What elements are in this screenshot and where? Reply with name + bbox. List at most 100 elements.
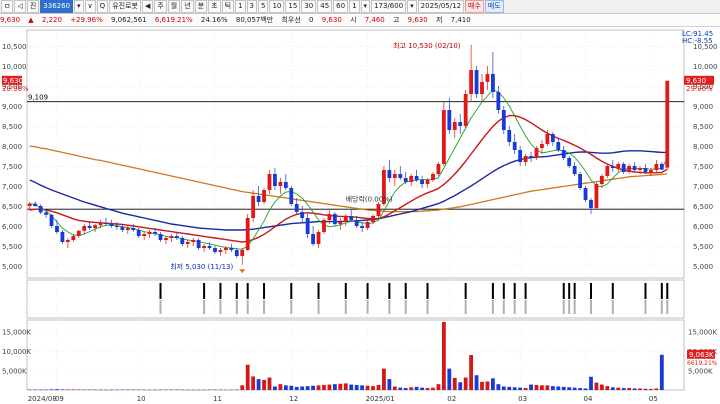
- volume-bar: [311, 385, 315, 390]
- label-layer: 10,500 10,50010,000 10,0009,500 9,5009,000 9…: [2, 30, 718, 403]
- volume-tick-label-right: 5,000K: [688, 368, 713, 376]
- price-tick-label-right: 9,000: [693, 103, 713, 111]
- volume-bar: [589, 376, 593, 390]
- candle-body: [332, 214, 337, 224]
- volume-bar: [49, 389, 54, 390]
- x-axis-label: 12: [289, 395, 298, 403]
- volume-bar: [343, 383, 348, 390]
- volume-bar: [452, 377, 457, 390]
- candle-body: [572, 166, 577, 174]
- dividend-annotation: 배당락(0.00%): [346, 195, 393, 204]
- volume-bar: [245, 364, 250, 390]
- candle-body: [191, 240, 196, 242]
- volume-bar: [289, 385, 294, 390]
- volume-bar: [27, 389, 32, 391]
- signal-bar: [513, 283, 516, 299]
- candle-body: [251, 196, 256, 218]
- candle-body: [556, 142, 561, 150]
- volume-bar: [447, 368, 452, 390]
- volume-bar: [44, 389, 48, 391]
- price-tick-label-right: 10,000: [693, 63, 718, 71]
- candle-body: [322, 220, 326, 232]
- moving-average-layer: [29, 89, 668, 250]
- candle-body: [561, 150, 566, 158]
- candle-body: [202, 246, 207, 248]
- candle-body: [605, 166, 610, 176]
- volume-bar: [71, 389, 76, 390]
- price-tick-label: 8,500: [2, 123, 22, 131]
- signal-bar-secondary: [666, 300, 669, 314]
- price-tick-label-right: 7,500: [693, 163, 713, 171]
- signal-bar: [159, 283, 162, 299]
- candle-body: [273, 174, 277, 186]
- candle-body: [665, 80, 670, 168]
- price-tick-label-right: 8,500: [693, 123, 713, 131]
- candle-body: [93, 225, 98, 228]
- volume-bar: [273, 386, 277, 390]
- candle-body: [545, 134, 550, 144]
- candle-body: [174, 236, 179, 238]
- volume-bar: [278, 384, 283, 390]
- signal-bar: [644, 283, 647, 299]
- candle-body: [44, 212, 48, 215]
- volume-bar: [104, 389, 108, 391]
- candle-body: [262, 190, 266, 202]
- signal-bar: [263, 283, 266, 299]
- signal-bar: [589, 283, 592, 299]
- candle-body: [414, 176, 419, 180]
- volume-bar: [180, 389, 185, 391]
- signal-bar: [317, 283, 320, 299]
- candle-body: [643, 168, 648, 172]
- volume-bar: [583, 388, 588, 390]
- volume-bar: [55, 389, 59, 390]
- candle-body: [125, 228, 130, 230]
- candle-body: [316, 232, 321, 244]
- candle-body: [425, 180, 430, 184]
- volume-bar: [392, 386, 397, 390]
- candle-body: [659, 164, 664, 170]
- candle-body: [300, 212, 305, 218]
- volume-bar: [207, 389, 212, 391]
- candle-body: [153, 232, 157, 234]
- candle-body: [387, 170, 392, 178]
- candle-body: [147, 232, 152, 234]
- price-tick-label: 6,500: [2, 203, 22, 211]
- candle-body: [616, 164, 621, 168]
- volume-bar: [142, 389, 147, 391]
- signal-bar-secondary: [464, 300, 467, 314]
- x-axis-label: 11: [213, 395, 222, 403]
- volume-bar: [469, 355, 474, 390]
- candle-body: [501, 110, 506, 130]
- signal-bar: [562, 283, 565, 299]
- price-tick-label: 8,000: [2, 143, 22, 151]
- candle-body: [458, 122, 463, 126]
- volume-bar: [332, 384, 337, 390]
- candle-body: [207, 246, 212, 248]
- candle-body: [305, 218, 310, 234]
- candle-body: [234, 250, 239, 256]
- candle-body: [392, 174, 397, 178]
- ma-mid-line: [29, 114, 668, 243]
- stock-chart[interactable]: 10,500 10,50010,000 10,0009,500 9,5009,000 9…: [0, 0, 720, 404]
- signal-bar: [573, 283, 576, 299]
- candle-body: [583, 188, 588, 200]
- candle-body: [158, 234, 163, 240]
- volume-bar: [234, 389, 239, 391]
- volume-bar: [594, 382, 599, 390]
- volume-bar: [65, 389, 70, 390]
- volume-bar: [501, 386, 506, 390]
- volume-bar: [283, 385, 288, 390]
- volume-bar: [480, 381, 484, 390]
- signal-bar-secondary: [290, 300, 293, 314]
- volume-bar: [561, 386, 566, 390]
- volume-bar: [33, 389, 38, 391]
- volume-bar: [490, 378, 495, 390]
- candle-body: [338, 222, 343, 224]
- candle-body: [529, 156, 533, 158]
- x-axis-label: 09: [55, 395, 64, 403]
- candle-body: [474, 70, 479, 94]
- volume-tick-label: 15,000K: [2, 329, 31, 337]
- volume-bar: [512, 387, 517, 390]
- volume-bar: [93, 389, 98, 391]
- volume-bar: [534, 384, 539, 390]
